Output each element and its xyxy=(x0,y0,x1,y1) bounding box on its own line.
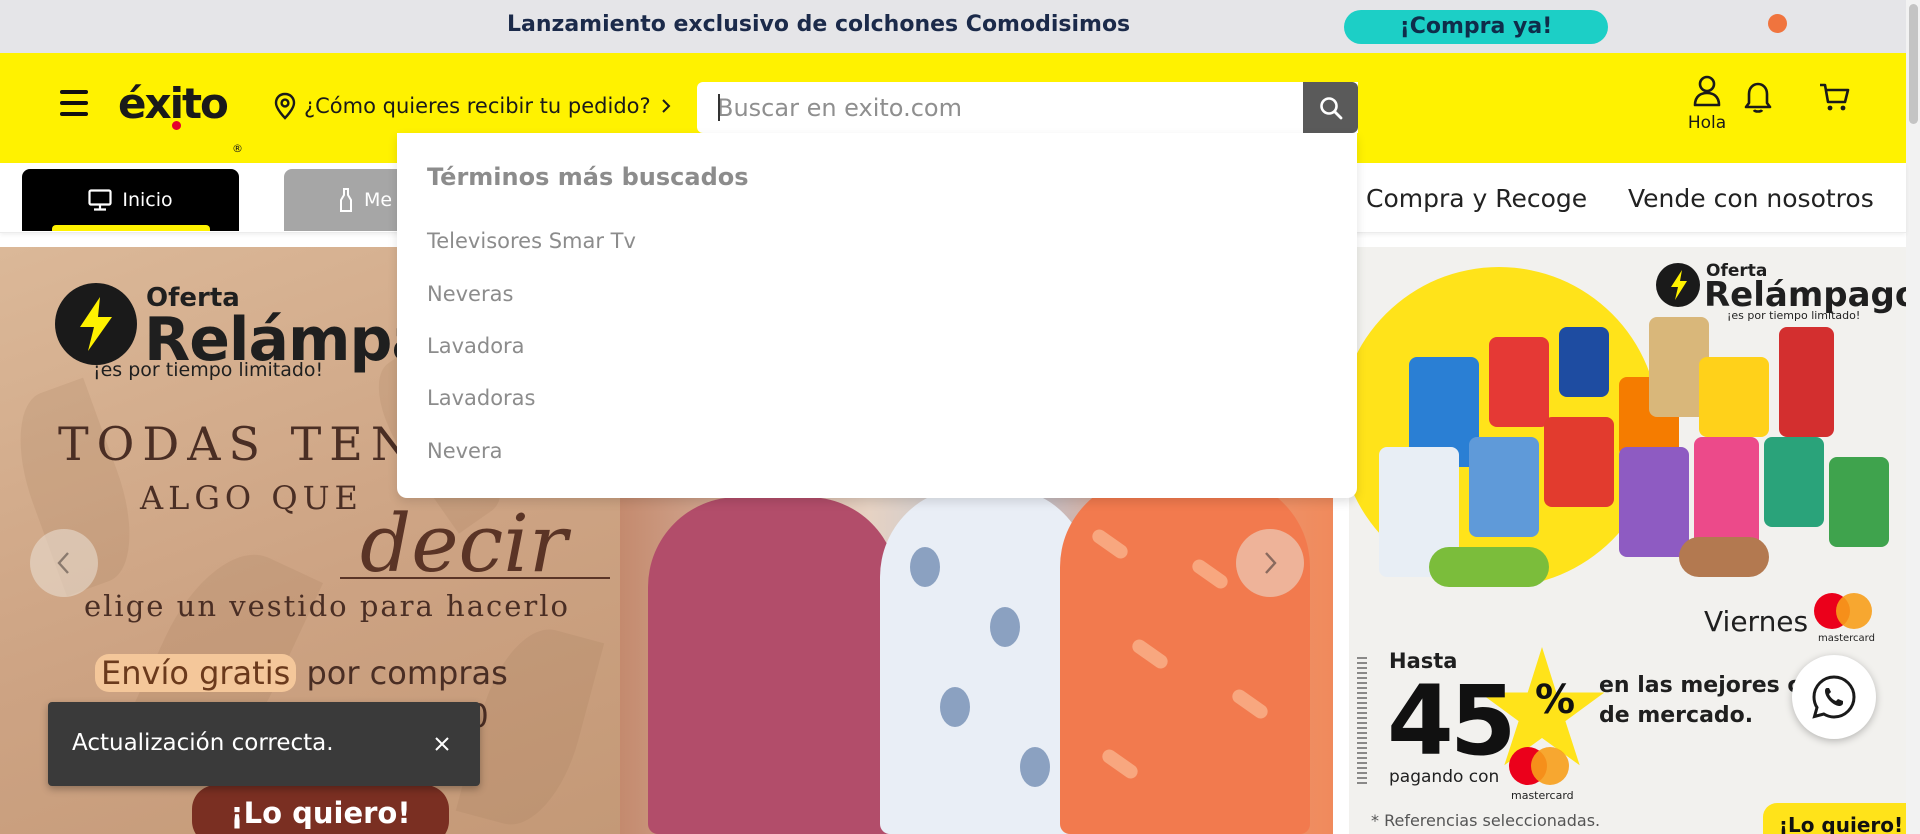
close-icon xyxy=(435,737,449,751)
search-box xyxy=(697,82,1358,133)
mastercard-logo-right xyxy=(1531,747,1569,785)
page-scrollbar-thumb[interactable] xyxy=(1909,4,1918,124)
user-icon xyxy=(1693,75,1721,107)
lightning-icon xyxy=(80,297,112,351)
banner-cta-button[interactable]: ¡Lo quiero! xyxy=(192,785,449,834)
delivery-label: ¿Cómo quieres recibir tu pedido? xyxy=(304,94,651,118)
toast-close-button[interactable] xyxy=(426,728,458,760)
whatsapp-icon xyxy=(1812,675,1856,719)
search-suggestions-dropdown: Términos más buscados Televisores Smar T… xyxy=(397,133,1357,498)
disclaimer: * Referencias seleccionadas. xyxy=(1371,811,1601,830)
notifications-button[interactable] xyxy=(1741,79,1775,115)
toast-message: Actualización correcta. xyxy=(72,730,334,756)
logo-registered-mark: ® xyxy=(232,142,243,155)
suggestions-title: Términos más buscados xyxy=(427,163,749,191)
mastercard-logo-right xyxy=(1836,593,1872,629)
account-button[interactable]: Hola xyxy=(1684,75,1730,133)
shipping-rest: por compras xyxy=(296,654,508,692)
shipping-message: Envío gratis por compras xyxy=(95,654,508,692)
carousel-prev-button[interactable] xyxy=(30,529,98,597)
banner-headline: TODAS TEN xyxy=(58,417,420,471)
promo-text: Lanzamiento exclusivo de colchones Comod… xyxy=(507,12,1131,37)
carousel-next-button[interactable] xyxy=(1236,529,1304,597)
bottle-icon xyxy=(340,188,352,212)
payment-text: pagando con xyxy=(1389,767,1500,787)
menu-icon[interactable] xyxy=(60,90,88,120)
legal-vertical-text xyxy=(1357,657,1367,787)
divider xyxy=(340,577,610,579)
suggestion-item[interactable]: Lavadoras xyxy=(427,386,536,410)
promo-day: Viernes xyxy=(1704,605,1809,638)
monitor-icon xyxy=(88,189,112,211)
discount-value: 45 xyxy=(1387,665,1517,777)
side-offer-subtitle: ¡es por tiempo limitado! xyxy=(1727,309,1861,322)
suggestion-item[interactable]: Televisores Smar Tv xyxy=(427,229,636,253)
lightning-icon xyxy=(1671,270,1687,300)
notification-badge xyxy=(1768,14,1787,33)
logo-dot xyxy=(172,121,181,130)
discount-percent: % xyxy=(1535,677,1576,723)
tab-inicio-label: Inicio xyxy=(122,189,173,211)
banner-headline-2: ALGO QUE xyxy=(140,479,363,517)
search-icon xyxy=(1319,96,1342,119)
nav-link-vende[interactable]: Vende con nosotros xyxy=(1628,184,1874,213)
side-banner-cta-button[interactable]: ¡Lo quiero! xyxy=(1763,803,1906,834)
text-caret xyxy=(718,94,720,121)
dress-image xyxy=(648,497,898,834)
toast-notification: Actualización correcta. xyxy=(48,702,480,786)
suggestion-item[interactable]: Nevera xyxy=(427,439,502,463)
active-tab-indicator xyxy=(52,225,210,231)
whatsapp-button[interactable] xyxy=(1792,655,1876,739)
cart-icon xyxy=(1820,83,1850,111)
side-banner[interactable]: Oferta Relámpago ¡es por tiempo limitado… xyxy=(1349,247,1906,834)
shipping-highlight: Envío gratis xyxy=(95,654,297,692)
mastercard-label: mastercard xyxy=(1511,789,1574,802)
mastercard-label: mastercard xyxy=(1818,633,1875,644)
offer-subtitle: ¡es por tiempo limitado! xyxy=(93,359,324,381)
promo-cta-button[interactable]: ¡Compra ya! xyxy=(1344,10,1608,44)
delivery-selector[interactable]: ¿Cómo quieres recibir tu pedido? xyxy=(274,89,673,123)
nav-link-compra-recoge[interactable]: Compra y Recoge xyxy=(1366,184,1587,213)
tab-inicio[interactable]: Inicio xyxy=(22,169,239,231)
search-input[interactable] xyxy=(717,82,1317,133)
chevron-right-icon xyxy=(661,99,671,113)
location-pin-icon xyxy=(274,92,296,120)
site-logo[interactable]: éxito xyxy=(118,79,229,128)
tab-mercado-label: Me xyxy=(364,189,393,211)
suggestion-item[interactable]: Neveras xyxy=(427,282,513,306)
page-scrollbar[interactable] xyxy=(1906,0,1920,834)
chevron-right-icon xyxy=(1265,552,1277,574)
banner-tagline: elige un vestido para hacerlo xyxy=(84,589,571,623)
dress-image xyxy=(880,487,1090,834)
search-button[interactable] xyxy=(1303,82,1358,133)
bell-icon xyxy=(1744,82,1772,113)
account-label: Hola xyxy=(1687,113,1727,133)
cart-button[interactable] xyxy=(1818,80,1852,114)
chevron-left-icon xyxy=(57,552,69,574)
promo-bar: Lanzamiento exclusivo de colchones Comod… xyxy=(0,0,1906,53)
suggestion-item[interactable]: Lavadora xyxy=(427,334,525,358)
